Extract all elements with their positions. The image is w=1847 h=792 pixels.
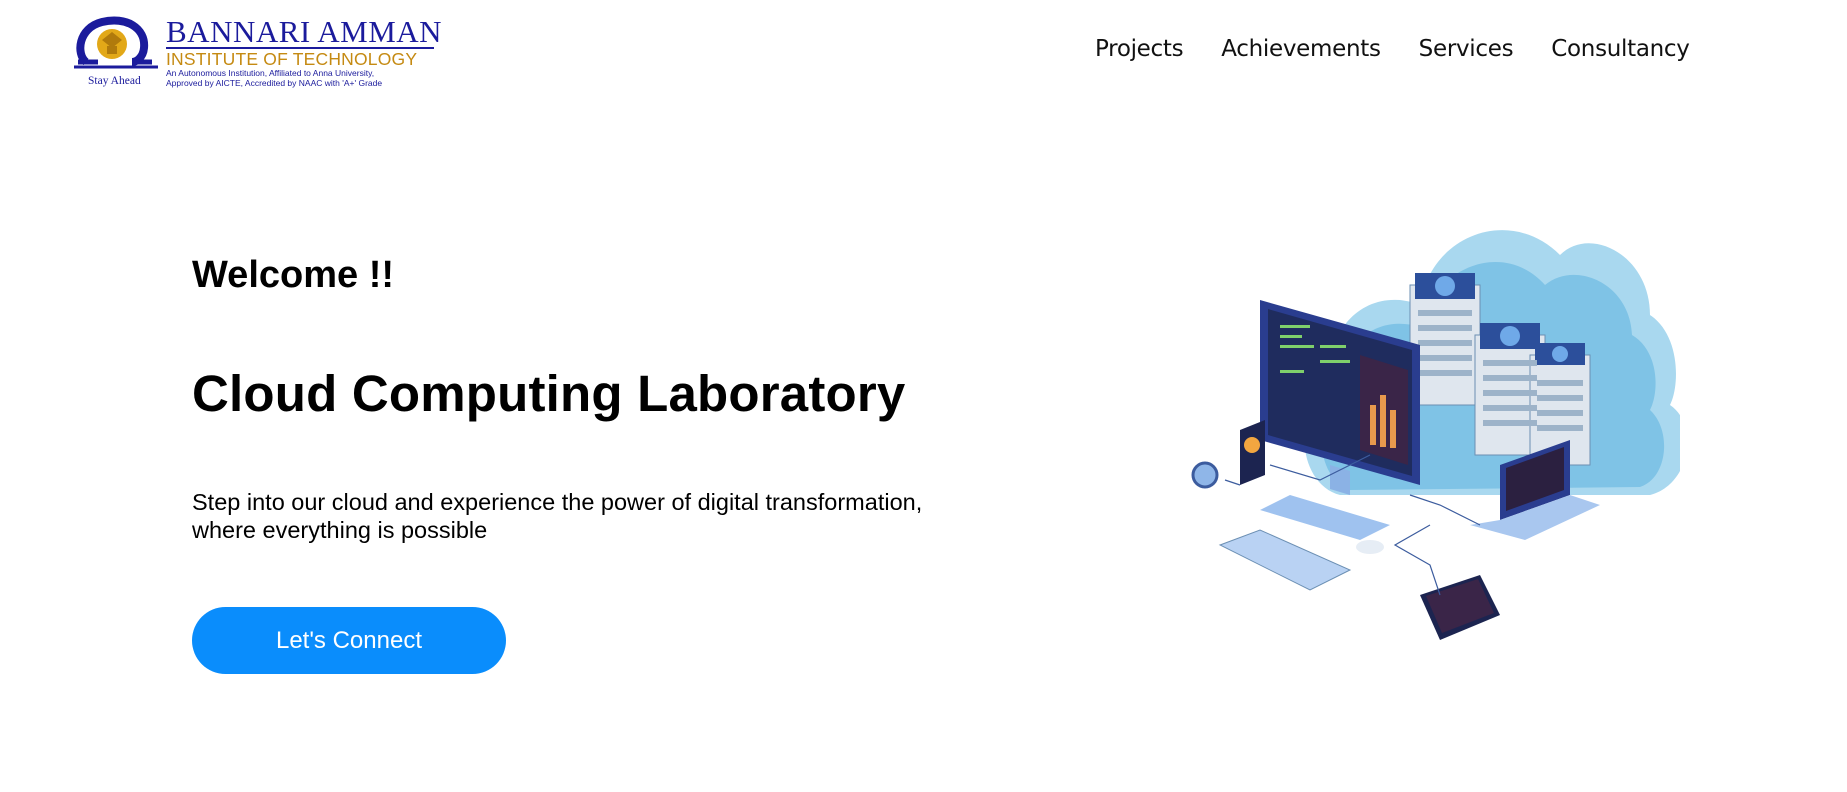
keyboard-icon: [1218, 529, 1352, 591]
hero-subtitle: Step into our cloud and experience the p…: [192, 489, 923, 543]
logo-affiliation-2: Approved by AICTE, Accredited by NAAC wi…: [166, 78, 383, 88]
nav-services[interactable]: Services: [1419, 36, 1514, 62]
logo-name: BANNARI AMMAN: [166, 14, 443, 49]
logo-affiliation-1: An Autonomous Institution, Affiliated to…: [166, 68, 375, 78]
mouse-icon: [1356, 540, 1384, 554]
page-title: Cloud Computing Laboratory: [192, 365, 906, 422]
logo-tagline: Stay Ahead: [88, 75, 141, 87]
welcome-heading: Welcome !!: [192, 254, 395, 296]
nav-achievements[interactable]: Achievements: [1221, 36, 1381, 62]
site-header: BANNARI AMMAN INSTITUTE OF TECHNOLOGY An…: [0, 0, 1847, 100]
institute-logo[interactable]: BANNARI AMMAN INSTITUTE OF TECHNOLOGY An…: [74, 14, 446, 88]
nav-projects[interactable]: Projects: [1095, 36, 1184, 62]
nav-consultancy[interactable]: Consultancy: [1551, 36, 1690, 62]
tablet-icon: [1420, 575, 1500, 640]
smartphone-icon: [1240, 420, 1265, 485]
logo-subtitle: INSTITUTE OF TECHNOLOGY: [166, 49, 418, 69]
lets-connect-button[interactable]: Let's Connect: [192, 607, 506, 674]
smartwatch-icon: [1191, 461, 1219, 489]
main-nav: Projects Achievements Services Consultan…: [1095, 36, 1728, 62]
cloud-computing-illustration: [1191, 230, 1680, 640]
